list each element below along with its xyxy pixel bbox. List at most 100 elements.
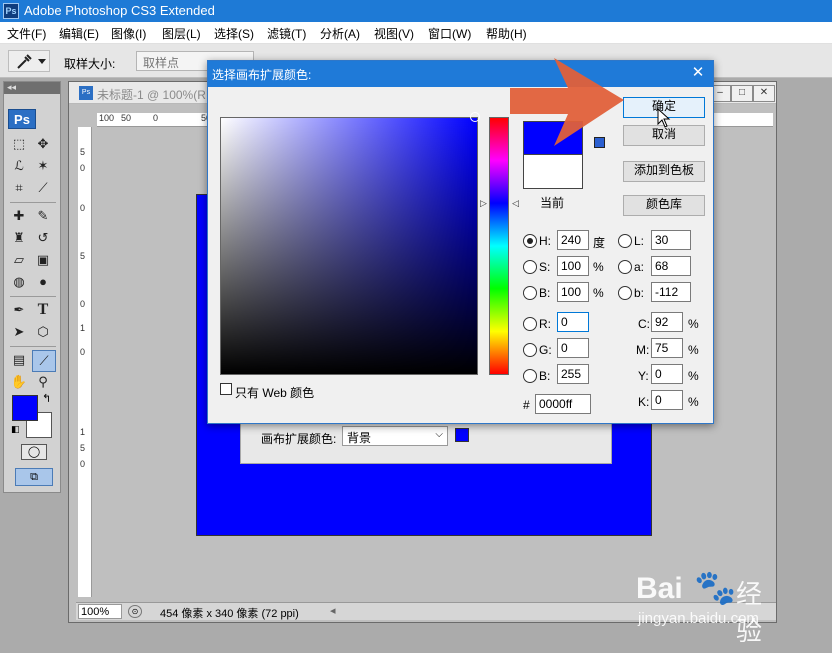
hex-input[interactable]: 0000ff — [535, 394, 591, 414]
current-label: 当前 — [540, 196, 565, 210]
status-menu-icon[interactable]: ⊙ — [128, 605, 142, 618]
menu-analysis[interactable]: 分析(A) — [320, 25, 360, 42]
l-label: L: — [634, 234, 645, 248]
brightness-unit: % — [593, 286, 604, 300]
a-input[interactable]: 68 — [651, 256, 691, 276]
blur-tool-icon[interactable]: ◍ — [8, 272, 30, 292]
menu-layer[interactable]: 图层(L) — [162, 25, 201, 42]
gradient-tool-icon[interactable]: ▣ — [32, 250, 54, 270]
tool-preset-picker[interactable] — [8, 50, 50, 72]
close-document-button[interactable]: ✕ — [753, 85, 775, 102]
menu-view[interactable]: 视图(V) — [374, 25, 414, 42]
s-input[interactable]: 100 — [557, 256, 589, 276]
crop-tool-icon[interactable]: ⌗ — [8, 178, 30, 198]
g-input[interactable]: 0 — [557, 338, 589, 358]
s-label: S: — [539, 260, 551, 274]
color-libraries-button[interactable]: 颜色库 — [623, 195, 705, 216]
r-input[interactable]: 0 — [557, 312, 589, 332]
h-input[interactable]: 240 — [557, 230, 589, 250]
menu-select[interactable]: 选择(S) — [214, 25, 254, 42]
clone-stamp-tool-icon[interactable]: ♜ — [8, 228, 30, 248]
brightness-radio[interactable] — [523, 286, 537, 300]
move-tool-icon[interactable]: ✥ — [32, 134, 54, 154]
l-radio[interactable] — [618, 234, 632, 248]
color-picker-title-bar: 选择画布扩展颜色: ✕ — [208, 61, 713, 87]
watermark-brand: Bai — [636, 572, 683, 605]
lab-b-input[interactable]: -112 — [651, 282, 691, 302]
m-input[interactable]: 75 — [651, 338, 683, 358]
menu-file[interactable]: 文件(F) — [7, 25, 46, 42]
lasso-tool-icon[interactable]: ℒ — [8, 156, 30, 176]
cursor-icon — [657, 108, 671, 128]
l-input[interactable]: 30 — [651, 230, 691, 250]
zoom-field[interactable]: 100% — [78, 604, 122, 619]
blue-radio[interactable] — [523, 369, 537, 383]
default-colors-icon[interactable]: ◧ — [11, 424, 20, 435]
shape-tool-icon[interactable]: ⬡ — [32, 322, 54, 342]
zoom-tool-icon[interactable]: ⚲ — [32, 372, 54, 392]
canvas-extension-color-label: 画布扩展颜色: — [261, 432, 337, 446]
y-label: Y: — [638, 369, 649, 383]
menu-image[interactable]: 图像(I) — [111, 25, 146, 42]
k-input[interactable]: 0 — [651, 390, 683, 410]
title-bar: Ps Adobe Photoshop CS3 Extended — [0, 0, 832, 22]
close-icon[interactable]: ✕ — [688, 63, 708, 83]
canvas-extension-color-swatch[interactable] — [455, 428, 469, 442]
quick-mask-icon[interactable]: ◯ — [21, 444, 47, 460]
g-radio[interactable] — [523, 343, 537, 357]
hue-slider-left-arrow-icon[interactable]: ▷ — [480, 198, 487, 209]
current-color-swatch[interactable] — [523, 155, 583, 189]
eyedropper-active-tool-icon[interactable]: ⟋ — [32, 350, 56, 372]
lab-b-radio[interactable] — [618, 286, 632, 300]
brush-tool-icon[interactable]: ✎ — [32, 206, 54, 226]
notes-tool-icon[interactable]: ▤ — [8, 350, 30, 370]
type-tool-icon[interactable]: T — [32, 300, 54, 320]
path-selection-tool-icon[interactable]: ➤ — [8, 322, 30, 342]
hue-slider[interactable] — [489, 117, 509, 375]
c-input[interactable]: 92 — [651, 312, 683, 332]
menu-bar: 文件(F) 编辑(E) 图像(I) 图层(L) 选择(S) 滤镜(T) 分析(A… — [0, 22, 832, 44]
hand-tool-icon[interactable]: ✋ — [8, 372, 30, 392]
eyedropper-tool-icon[interactable]: ⟋ — [32, 178, 54, 198]
document-title: 未标题-1 @ 100%(R — [97, 88, 206, 102]
r-radio[interactable] — [523, 317, 537, 331]
dodge-tool-icon[interactable]: ● — [32, 272, 54, 292]
c-unit: % — [688, 317, 699, 331]
blue-input[interactable]: 255 — [557, 364, 589, 384]
h-radio[interactable] — [523, 234, 537, 248]
marquee-tool-icon[interactable]: ⬚ — [8, 134, 30, 154]
hue-slider-right-arrow-icon[interactable]: ◁ — [512, 198, 519, 209]
saturation-brightness-field[interactable] — [220, 112, 480, 375]
toolbox-collapse-icon[interactable]: ◂◂ — [4, 82, 60, 94]
healing-brush-tool-icon[interactable]: ✚ — [8, 206, 30, 226]
cancel-button[interactable]: 取消 — [623, 125, 705, 146]
document-icon: Ps — [79, 86, 93, 100]
r-label: R: — [539, 317, 551, 331]
web-colors-only-checkbox[interactable] — [220, 383, 232, 395]
canvas-size-dialog: 画布扩展颜色: 背景 ⌵ — [240, 420, 612, 464]
foreground-color-swatch[interactable] — [12, 395, 38, 421]
maximize-button[interactable]: □ — [731, 85, 753, 102]
y-input[interactable]: 0 — [651, 364, 683, 384]
m-unit: % — [688, 343, 699, 357]
menu-window[interactable]: 窗口(W) — [428, 25, 471, 42]
add-to-swatches-button[interactable]: 添加到色板 — [623, 161, 705, 182]
scroll-left-icon[interactable]: ◂ — [330, 604, 336, 617]
g-label: G: — [539, 343, 552, 357]
history-brush-tool-icon[interactable]: ↺ — [32, 228, 54, 248]
screen-mode-icon[interactable]: ⧉ — [15, 468, 53, 486]
a-radio[interactable] — [618, 260, 632, 274]
menu-help[interactable]: 帮助(H) — [486, 25, 527, 42]
pen-tool-icon[interactable]: ✒ — [8, 300, 30, 320]
canvas-extension-color-value: 背景 — [347, 431, 372, 445]
canvas-extension-color-select[interactable]: 背景 ⌵ — [342, 426, 448, 446]
color-field-marker[interactable] — [470, 112, 480, 122]
eraser-tool-icon[interactable]: ▱ — [8, 250, 30, 270]
s-radio[interactable] — [523, 260, 537, 274]
menu-edit[interactable]: 编辑(E) — [59, 25, 99, 42]
magic-wand-tool-icon[interactable]: ✶ — [32, 156, 54, 176]
web-colors-only-label: 只有 Web 颜色 — [235, 386, 315, 400]
brightness-input[interactable]: 100 — [557, 282, 589, 302]
menu-filter[interactable]: 滤镜(T) — [267, 25, 306, 42]
swap-colors-icon[interactable]: ↰ — [42, 392, 51, 405]
